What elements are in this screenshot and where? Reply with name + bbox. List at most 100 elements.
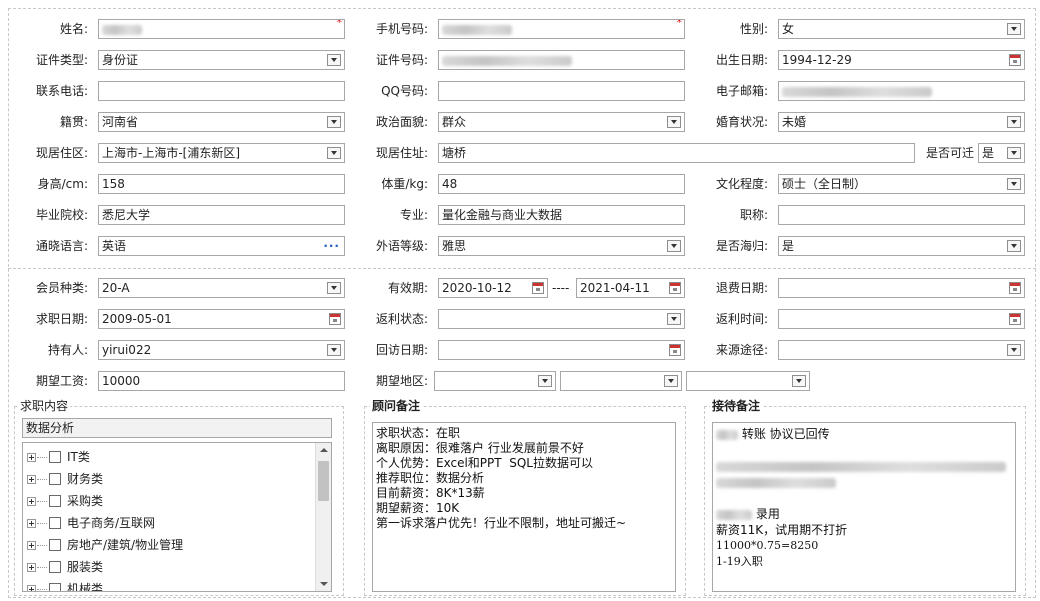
checkbox[interactable] — [49, 561, 61, 573]
checkbox[interactable] — [49, 517, 61, 529]
tree-connector — [37, 501, 47, 502]
political-status-select[interactable]: 群众 — [438, 112, 685, 132]
email-input[interactable] — [778, 81, 1025, 101]
native-place-select[interactable]: 河南省 — [98, 112, 345, 132]
rebate-time-input[interactable] — [778, 309, 1025, 329]
scroll-down-icon[interactable] — [320, 582, 328, 586]
expected-district-select[interactable] — [686, 371, 810, 391]
contact-phone-input[interactable] — [98, 81, 345, 101]
rebate-status-select[interactable] — [438, 309, 685, 329]
current-address-input[interactable]: 塘桥 — [438, 143, 915, 163]
member-type-select[interactable]: 20-A — [98, 278, 345, 298]
refund-date-input[interactable] — [778, 278, 1025, 298]
expand-icon[interactable] — [27, 563, 36, 572]
chevron-down-icon[interactable] — [327, 147, 341, 159]
calendar-icon[interactable] — [329, 313, 341, 325]
title-input[interactable] — [778, 205, 1025, 225]
expand-icon[interactable] — [27, 497, 36, 506]
calendar-icon[interactable] — [669, 282, 681, 294]
chevron-down-icon[interactable] — [327, 282, 341, 294]
redacted — [716, 461, 1006, 472]
checkbox[interactable] — [49, 495, 61, 507]
lang-level-select[interactable]: 雅思 — [438, 236, 685, 256]
reception-notes-textarea[interactable]: 转账 协议已回传 录用 薪资11K，试用期不打折 11000*0.75=8250… — [712, 422, 1016, 592]
name-label: 姓名: — [59, 22, 88, 36]
major-input[interactable]: 量化金融与商业大数据 — [438, 205, 685, 225]
tree-connector — [37, 457, 47, 458]
chevron-down-icon[interactable] — [538, 375, 552, 387]
expected-city-select[interactable] — [560, 371, 682, 391]
chevron-down-icon[interactable] — [327, 54, 341, 66]
checkbox[interactable] — [49, 451, 61, 463]
chevron-down-icon[interactable] — [1007, 147, 1021, 159]
expand-icon[interactable] — [27, 541, 36, 550]
tree-item-label: 电子商务/互联网 — [67, 516, 156, 530]
expand-icon[interactable] — [27, 475, 36, 484]
chevron-down-icon[interactable] — [1007, 344, 1021, 356]
calendar-icon[interactable] — [1009, 282, 1021, 294]
validity-from-input[interactable]: 2020-10-12 — [438, 278, 548, 298]
chevron-down-icon[interactable] — [792, 375, 806, 387]
expand-icon[interactable] — [27, 519, 36, 528]
validity-to-input[interactable]: 2021-04-11 — [576, 278, 685, 298]
checkbox[interactable] — [49, 539, 61, 551]
job-seek-date-input[interactable]: 2009-05-01 — [98, 309, 345, 329]
calendar-icon[interactable] — [669, 344, 681, 356]
chevron-down-icon[interactable] — [327, 344, 341, 356]
weight-input[interactable]: 48 — [438, 174, 685, 194]
qq-input[interactable] — [438, 81, 685, 101]
birth-date-input[interactable]: 1994-12-29 — [778, 50, 1025, 70]
tree-item-label: 采购类 — [67, 494, 104, 508]
chevron-down-icon[interactable] — [1007, 116, 1021, 128]
id-number-input[interactable] — [438, 50, 685, 70]
school-input[interactable]: 悉尼大学 — [98, 205, 345, 225]
name-input[interactable]: * — [98, 19, 345, 39]
gender-select[interactable]: 女 — [778, 19, 1025, 39]
scroll-thumb[interactable] — [318, 461, 329, 501]
checkbox[interactable] — [49, 473, 61, 485]
job-search-input[interactable]: 数据分析 — [22, 418, 332, 438]
reception-notes-title: 接待备注 — [710, 398, 763, 414]
chevron-down-icon[interactable] — [667, 240, 681, 252]
chevron-down-icon[interactable] — [327, 116, 341, 128]
consultant-notes-textarea[interactable]: 求职状态：在职 离职原因：很难落户 行业发展前景不好 个人优势：Excel和PP… — [372, 422, 676, 592]
validity-separator: ---- — [552, 281, 570, 295]
chevron-down-icon[interactable] — [1007, 23, 1021, 35]
job-seek-date-label: 求职日期: — [35, 312, 88, 326]
current-region-select[interactable]: 上海市-上海市-[浦东新区] — [98, 143, 345, 163]
revisit-date-input[interactable] — [438, 340, 685, 360]
education-select[interactable]: 硕士（全日制） — [778, 174, 1025, 194]
scroll-up-icon[interactable] — [320, 448, 328, 452]
education-label: 文化程度: — [715, 177, 768, 191]
chevron-down-icon[interactable] — [667, 313, 681, 325]
more-icon[interactable]: ··· — [323, 239, 340, 253]
marital-status-select[interactable]: 未婚 — [778, 112, 1025, 132]
calendar-icon[interactable] — [1009, 313, 1021, 325]
checkbox[interactable] — [49, 583, 61, 591]
phone-input[interactable]: * — [438, 19, 685, 39]
tree-connector — [37, 545, 47, 546]
returnee-select[interactable]: 是 — [778, 236, 1025, 256]
tree-scrollbar[interactable] — [315, 443, 331, 591]
school-label: 毕业院校: — [35, 208, 88, 222]
note-line: 转账 协议已回传 — [716, 426, 1012, 442]
chevron-down-icon[interactable] — [667, 116, 681, 128]
expand-icon[interactable] — [27, 585, 36, 591]
chevron-down-icon[interactable] — [1007, 240, 1021, 252]
note-line: 1-19入职 — [716, 555, 763, 568]
expected-province-select[interactable] — [434, 371, 556, 391]
expected-salary-input[interactable]: 10000 — [98, 371, 345, 391]
height-input[interactable]: 158 — [98, 174, 345, 194]
chevron-down-icon[interactable] — [1007, 178, 1021, 190]
language-input[interactable]: 英语 ··· — [98, 236, 345, 256]
relocate-select[interactable]: 是 — [978, 143, 1025, 163]
source-select[interactable] — [778, 340, 1025, 360]
chevron-down-icon[interactable] — [664, 375, 678, 387]
expand-icon[interactable] — [27, 453, 36, 462]
holder-select[interactable]: yirui022 — [98, 340, 345, 360]
returnee-label: 是否海归: — [715, 239, 768, 253]
calendar-icon[interactable] — [1009, 54, 1021, 66]
current-region-label: 现居住区: — [35, 146, 88, 160]
calendar-icon[interactable] — [532, 282, 544, 294]
id-type-select[interactable]: 身份证 — [98, 50, 345, 70]
